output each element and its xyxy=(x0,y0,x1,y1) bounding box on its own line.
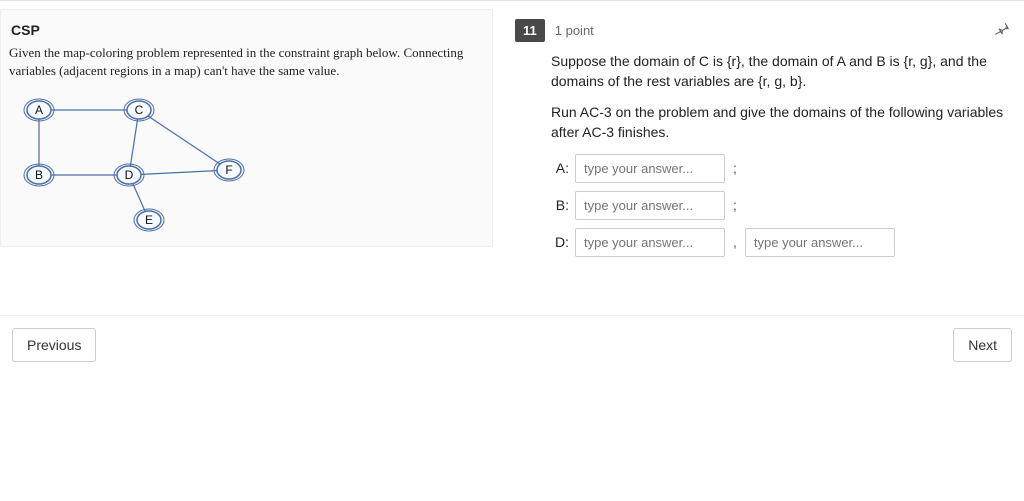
answer-label-d: D: xyxy=(551,233,569,253)
question-text-2: Run AC-3 on the problem and give the dom… xyxy=(551,103,1014,142)
previous-button[interactable]: Previous xyxy=(12,328,96,362)
separator: ; xyxy=(731,159,739,179)
section-description: Given the map-coloring problem represent… xyxy=(9,44,476,79)
svg-text:B: B xyxy=(35,168,43,182)
graph-node-b: B xyxy=(24,164,54,186)
constraint-graph: A C B xyxy=(9,85,269,235)
svg-text:E: E xyxy=(145,213,153,227)
graph-node-f: F xyxy=(214,159,244,181)
graph-node-e: E xyxy=(134,209,164,231)
graph-node-d: D xyxy=(114,164,144,186)
answer-label-a: A: xyxy=(551,159,569,179)
question-text-1: Suppose the domain of C is {r}, the doma… xyxy=(551,52,1014,91)
svg-text:C: C xyxy=(135,103,144,117)
question-number: 11 xyxy=(515,19,545,42)
graph-node-c: C xyxy=(124,99,154,121)
answer-input-extra[interactable] xyxy=(745,228,895,257)
section-title: CSP xyxy=(11,22,476,38)
svg-text:A: A xyxy=(35,103,43,117)
question-points: 1 point xyxy=(555,23,594,38)
answer-input-b[interactable] xyxy=(575,191,725,220)
answer-label-b: B: xyxy=(551,196,569,216)
svg-text:F: F xyxy=(225,163,232,177)
separator: ; xyxy=(731,196,739,216)
answer-input-a[interactable] xyxy=(575,154,725,183)
separator: , xyxy=(731,233,739,253)
pin-icon[interactable] xyxy=(994,21,1010,40)
svg-text:D: D xyxy=(125,168,134,182)
next-button[interactable]: Next xyxy=(953,328,1012,362)
answer-input-d[interactable] xyxy=(575,228,725,257)
graph-node-a: A xyxy=(24,99,54,121)
